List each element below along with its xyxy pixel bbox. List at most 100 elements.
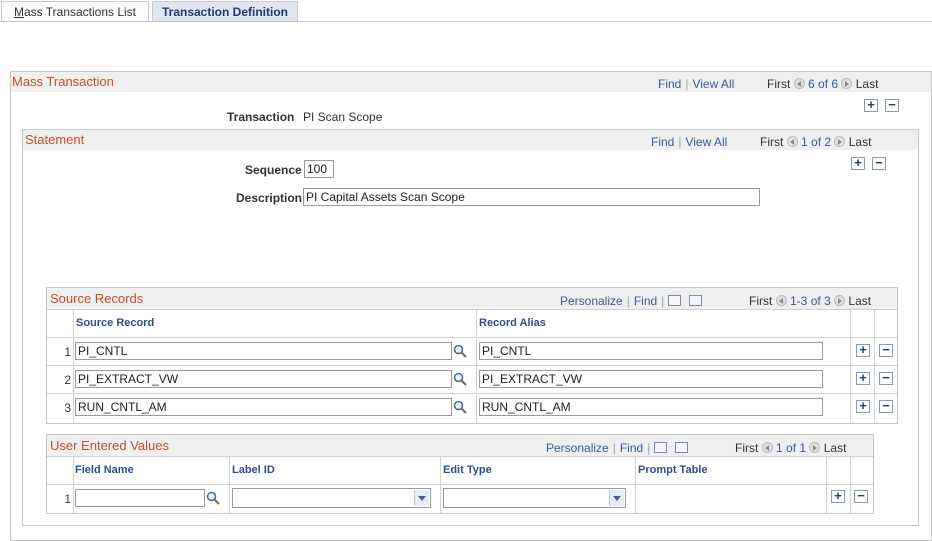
grid-line [476, 309, 477, 423]
grid-line [73, 456, 74, 513]
delete-row-button[interactable]: − [879, 371, 893, 385]
grid-line [440, 456, 441, 513]
add-row-button[interactable]: + [856, 371, 870, 385]
row-number: 3 [64, 401, 71, 415]
last-label: Last [823, 441, 847, 455]
source-records-nav: Personalize | Find | [560, 294, 702, 308]
mass-transaction-nav: Find | View All [658, 77, 734, 91]
add-row-button[interactable]: + [856, 343, 870, 357]
grid-line [874, 309, 875, 423]
previous-icon[interactable] [793, 78, 805, 89]
grid-line [73, 309, 74, 423]
last-label: Last [848, 135, 872, 149]
column-header-source-record[interactable]: Source Record [76, 317, 154, 329]
row-range: 1 of 2 [801, 135, 832, 149]
source-record-input[interactable] [75, 370, 452, 388]
row-range: 1 of 1 [776, 441, 807, 455]
delete-row-button[interactable]: − [854, 489, 868, 503]
column-header-edit-type[interactable]: Edit Type [443, 464, 492, 476]
grid-line [850, 309, 851, 423]
previous-icon[interactable] [786, 136, 798, 147]
sequence-input[interactable] [304, 160, 334, 178]
separator: | [685, 77, 689, 91]
column-header-field-name[interactable]: Field Name [75, 464, 134, 476]
row-range: 6 of 6 [808, 77, 839, 91]
delete-statement-button[interactable]: − [872, 156, 886, 170]
separator: | [612, 441, 616, 455]
download-excel-icon[interactable] [688, 295, 702, 306]
tab-mass-transactions-list[interactable]: Mass Transactions List [1, 1, 149, 22]
row-number: 1 [64, 492, 71, 506]
column-header-record-alias[interactable]: Record Alias [479, 317, 546, 329]
tab-transaction-definition[interactable]: Transaction Definition [152, 1, 298, 22]
tab-label: Transaction Definition [161, 5, 288, 19]
grid-line [47, 393, 897, 394]
source-record-input[interactable] [75, 342, 452, 360]
description-label: Description [236, 191, 303, 205]
view-grid-icon[interactable] [668, 295, 682, 306]
description-input[interactable] [303, 188, 760, 206]
find-link[interactable]: Find [651, 135, 674, 149]
view-grid-icon[interactable] [654, 442, 668, 453]
source-records-title: Source Records [50, 291, 144, 306]
record-alias-input[interactable] [479, 370, 823, 388]
magnifier-icon[interactable] [453, 344, 467, 358]
add-row-button[interactable]: + [856, 399, 870, 413]
next-icon[interactable] [809, 442, 821, 453]
record-alias-input[interactable] [479, 398, 823, 416]
separator: | [647, 441, 651, 455]
field-name-input[interactable] [75, 489, 205, 507]
add-statement-button[interactable]: + [851, 156, 865, 170]
find-link[interactable]: Find [620, 441, 643, 455]
chevron-down-icon[interactable] [414, 490, 429, 506]
previous-icon[interactable] [775, 295, 787, 306]
first-label: First [767, 77, 791, 91]
grid-line [229, 456, 230, 513]
user-entered-values-nav: Personalize | Find | [546, 441, 688, 455]
magnifier-icon[interactable] [453, 372, 467, 386]
grid-line [850, 456, 851, 513]
first-label: First [760, 135, 784, 149]
statement-nav: Find | View All [651, 135, 727, 149]
delete-row-button[interactable]: − [885, 98, 899, 112]
grid-line [826, 456, 827, 513]
grid-line [47, 365, 897, 366]
source-records-pager: First 1-3 of 3 Last [749, 294, 871, 308]
tab-label-accesskey: M [13, 5, 24, 19]
view-all-link[interactable]: View All [685, 135, 727, 149]
next-icon[interactable] [834, 295, 846, 306]
previous-icon[interactable] [761, 442, 773, 453]
next-icon[interactable] [834, 136, 846, 147]
find-link[interactable]: Find [634, 294, 657, 308]
delete-row-button[interactable]: − [879, 399, 893, 413]
source-record-input[interactable] [75, 398, 452, 416]
first-label: First [735, 441, 759, 455]
first-label: First [749, 294, 773, 308]
view-all-link[interactable]: View All [692, 77, 734, 91]
chevron-down-icon[interactable] [609, 490, 624, 506]
transaction-value: PI Scan Scope [303, 110, 383, 124]
find-link[interactable]: Find [658, 77, 681, 91]
column-header-prompt-table[interactable]: Prompt Table [638, 464, 707, 476]
grid-line [47, 309, 897, 310]
user-entered-values-pager: First 1 of 1 Last [735, 441, 846, 455]
personalize-link[interactable]: Personalize [560, 294, 623, 308]
add-row-button[interactable]: + [831, 489, 845, 503]
column-header-label-id[interactable]: Label ID [232, 464, 275, 476]
tab-label: ass Transactions List [23, 5, 137, 19]
delete-row-button[interactable]: − [879, 343, 893, 357]
separator: | [626, 294, 630, 308]
row-number: 1 [64, 345, 71, 359]
edit-type-select[interactable] [443, 488, 626, 508]
mass-transaction-title: Mass Transaction [12, 74, 114, 89]
download-excel-icon[interactable] [674, 442, 688, 453]
next-icon[interactable] [841, 78, 853, 89]
record-alias-input[interactable] [479, 342, 823, 360]
last-label: Last [848, 294, 872, 308]
magnifier-icon[interactable] [453, 400, 467, 414]
transaction-label: Transaction [227, 110, 295, 124]
add-row-button[interactable]: + [864, 98, 878, 112]
magnifier-icon[interactable] [206, 491, 220, 505]
personalize-link[interactable]: Personalize [546, 441, 609, 455]
label-id-select[interactable] [232, 488, 431, 508]
